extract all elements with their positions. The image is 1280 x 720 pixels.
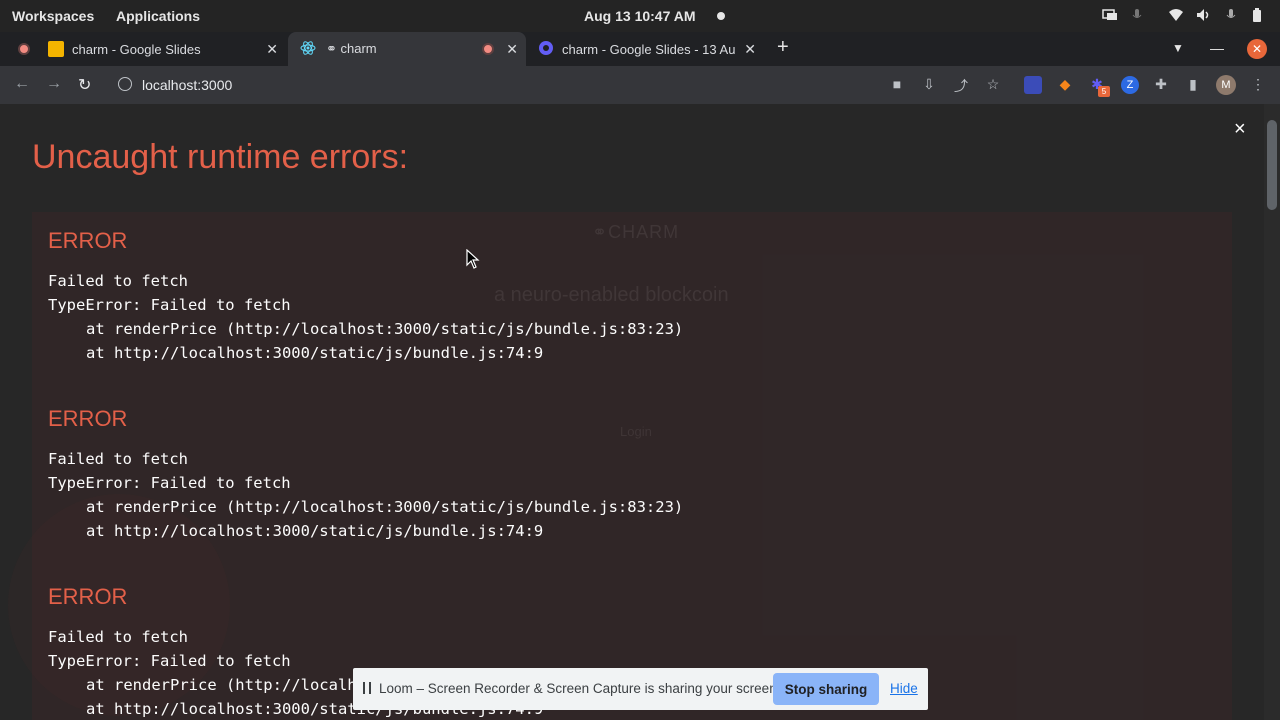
workspaces-menu[interactable]: Workspaces xyxy=(12,8,94,24)
system-top-bar: Workspaces Applications Aug 13 10:47 AM xyxy=(0,0,1280,32)
close-window-icon[interactable]: ✕ xyxy=(1247,39,1267,59)
recording-indicator-icon xyxy=(18,43,30,55)
error-item: ERROR Failed to fetch TypeError: Failed … xyxy=(48,228,683,368)
minimize-window-icon[interactable]: — xyxy=(1210,40,1224,56)
applications-menu[interactable]: Applications xyxy=(116,8,200,24)
avatar[interactable]: M xyxy=(1216,75,1236,95)
reload-icon[interactable]: ↻ xyxy=(78,75,91,95)
bookmark-star-icon[interactable]: ☆ xyxy=(984,76,1002,94)
site-info-icon[interactable] xyxy=(118,77,132,91)
page-viewport: ⚭CHARM a neuro-enabled blockcoin Login U… xyxy=(0,104,1264,720)
close-tab-icon[interactable]: ✕ xyxy=(506,41,518,58)
stack-frame: at renderPrice (http://localhost:3000/st… xyxy=(86,320,684,338)
tab-title: ⚭ charm xyxy=(326,41,377,56)
address-bar[interactable]: localhost:3000 xyxy=(108,71,868,99)
error-message: Failed to fetch xyxy=(48,272,188,290)
error-overlay: Uncaught runtime errors: × ERROR Failed … xyxy=(0,104,1264,720)
chevron-down-icon[interactable]: ▼ xyxy=(1172,41,1184,55)
error-item: ERROR Failed to fetch TypeError: Failed … xyxy=(48,406,683,546)
forward-arrow-icon[interactable]: → xyxy=(46,75,62,93)
close-icon[interactable]: × xyxy=(1234,118,1246,141)
close-tab-icon[interactable]: ✕ xyxy=(744,41,756,58)
error-heading: ERROR xyxy=(48,228,128,253)
close-tab-icon[interactable]: ✕ xyxy=(266,41,278,58)
screen-share-icon[interactable] xyxy=(1102,8,1117,22)
react-icon xyxy=(300,40,316,59)
tab-title: charm - Google Slides - 13 Au xyxy=(562,41,736,57)
stack-frame: at http://localhost:3000/static/js/bundl… xyxy=(86,522,544,540)
stack-frame: at http://localhost:3000/static/js/bundl… xyxy=(86,344,544,362)
microphone-muted-icon[interactable] xyxy=(1130,8,1154,22)
slides-icon xyxy=(48,41,64,57)
hide-link[interactable]: Hide xyxy=(890,681,918,696)
loom-extension-icon[interactable]: ✱ 5 xyxy=(1088,76,1110,97)
stop-sharing-button[interactable]: Stop sharing xyxy=(773,673,879,705)
volume-icon[interactable] xyxy=(1196,8,1210,22)
error-heading: ERROR xyxy=(48,584,128,609)
metamask-icon[interactable]: ◆ xyxy=(1056,76,1074,94)
side-panel-icon[interactable]: ▮ xyxy=(1184,76,1202,94)
battery-icon[interactable] xyxy=(1252,8,1266,22)
system-clock[interactable]: Aug 13 10:47 AM xyxy=(584,8,696,24)
tab-charm[interactable]: ⚭ charm ✕ xyxy=(288,32,526,66)
install-app-icon[interactable]: ⇩ xyxy=(920,76,938,94)
tab-google-slides[interactable]: charm - Google Slides ✕ xyxy=(18,32,286,66)
scrollbar-thumb[interactable] xyxy=(1267,120,1277,210)
extensions-puzzle-icon[interactable]: ✚ xyxy=(1152,76,1170,94)
browser-tab-strip: charm - Google Slides ✕ ⚭ charm ✕ charm … xyxy=(0,32,1280,66)
error-type: TypeError: Failed to fetch xyxy=(48,474,291,492)
sharing-message: Loom – Screen Recorder & Screen Capture … xyxy=(379,681,781,696)
zoom-extension-icon[interactable]: Z xyxy=(1121,76,1139,94)
system-tray[interactable] xyxy=(1102,8,1266,22)
pause-icon xyxy=(363,682,371,694)
notification-dot-icon xyxy=(717,12,725,20)
error-type: TypeError: Failed to fetch xyxy=(48,296,291,314)
share-icon[interactable]: ⤴ xyxy=(952,76,970,94)
wifi-icon[interactable] xyxy=(1168,8,1183,22)
tab-title: charm - Google Slides xyxy=(72,41,201,57)
extension-badge: 5 xyxy=(1098,86,1110,97)
extension-icon[interactable] xyxy=(1024,76,1042,94)
browser-toolbar: ← → ↻ localhost:3000 ■ ⇩ ⤴ ☆ ◆ ✱ 5 Z ✚ ▮… xyxy=(0,66,1280,104)
url-text[interactable]: localhost:3000 xyxy=(142,77,232,93)
new-tab-icon[interactable]: + xyxy=(777,36,789,59)
error-message: Failed to fetch xyxy=(48,628,188,646)
screen-sharing-bar: Loom – Screen Recorder & Screen Capture … xyxy=(353,668,928,710)
tab-google-slides-13-aug[interactable]: charm - Google Slides - 13 Au ✕ xyxy=(528,32,764,66)
error-overlay-title: Uncaught runtime errors: xyxy=(32,138,409,176)
more-menu-icon[interactable]: ⋮ xyxy=(1249,76,1267,94)
back-arrow-icon[interactable]: ← xyxy=(14,75,30,93)
stack-frame: at renderPrice (http://localhost:3000/st… xyxy=(86,498,684,516)
recording-indicator-icon xyxy=(482,43,494,55)
microphone-icon[interactable] xyxy=(1224,8,1238,22)
error-message: Failed to fetch xyxy=(48,450,188,468)
loom-icon xyxy=(538,40,554,59)
mouse-cursor-icon xyxy=(466,249,480,269)
error-heading: ERROR xyxy=(48,406,128,431)
camera-icon[interactable]: ■ xyxy=(888,76,906,94)
